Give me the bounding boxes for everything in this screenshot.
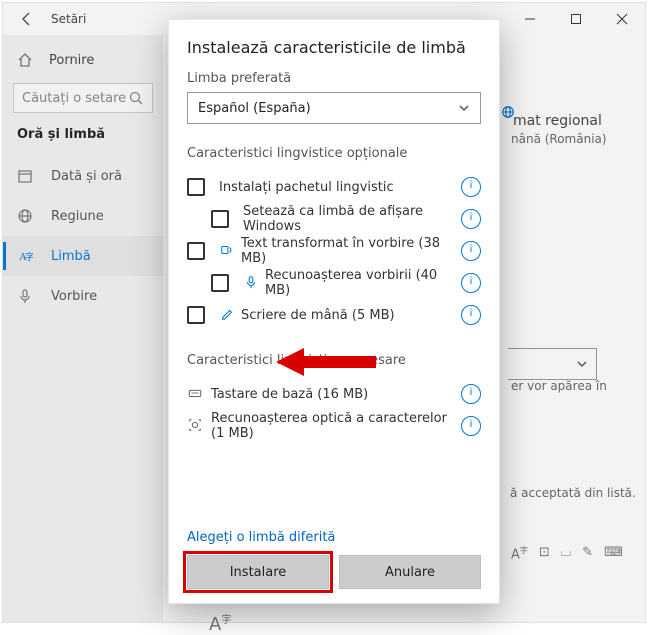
checkbox[interactable] [211,210,229,228]
optional-features-title: Caracteristici lingvistice opționale [187,146,481,161]
preferred-language-dropdown[interactable]: Español (España) [187,92,481,124]
checkbox[interactable] [187,242,205,260]
feature-label: Tastare de bază (16 MB) [211,387,461,402]
choose-different-language-link[interactable]: Alegeți o limbă diferită [187,530,481,545]
dialog-buttons: Instalare Anulare [187,555,481,589]
chevron-down-icon [458,102,470,114]
cancel-button-label: Anulare [385,565,435,580]
required-features-title: Caracteristici lingvistice necesare [187,353,481,368]
info-icon[interactable]: i [461,384,481,404]
info-icon[interactable]: i [461,273,481,293]
preferred-language-value: Español (España) [198,101,311,116]
info-icon[interactable]: i [461,177,481,197]
feature-text-to-speech: Text transformat în vorbire (38 MB) i [187,235,481,267]
feature-label: Instalați pachetul lingvistic [219,180,461,195]
feature-label: Text transformat în vorbire (38 MB) [241,236,461,266]
dialog-title: Instalează caracteristicile de limbă [187,38,481,57]
feature-label: Recunoașterea optică a caracterelor (1 M… [211,411,461,441]
install-button-label: Instalare [230,565,287,580]
microphone-icon [243,275,259,292]
settings-window: Setări Pornire Căutați o setare Oră și l… [2,2,646,623]
checkbox[interactable] [187,178,205,196]
checkbox[interactable] [211,274,229,292]
feature-ocr: Recunoașterea optică a caracterelor (1 M… [187,410,481,442]
text-to-speech-icon [219,243,235,260]
preferred-language-label: Limba preferată [187,71,481,86]
info-icon[interactable]: i [461,241,481,261]
feature-handwriting: Scriere de mână (5 MB) i [187,299,481,331]
ocr-icon [187,418,203,435]
feature-set-display-language: Setează ca limbă de afișare Windows i [187,203,481,235]
checkbox[interactable] [187,306,205,324]
keyboard-icon [187,386,203,403]
feature-speech-recognition: Recunoașterea vorbirii (40 MB) i [187,267,481,299]
feature-basic-typing: Tastare de bază (16 MB) i [187,378,481,410]
feature-label: Scriere de mână (5 MB) [241,308,461,323]
handwriting-icon [219,307,235,324]
install-language-dialog: Instalează caracteristicile de limbă Lim… [168,19,500,604]
feature-label: Recunoașterea vorbirii (40 MB) [265,268,461,298]
info-icon[interactable]: i [461,305,481,325]
cancel-button[interactable]: Anulare [339,555,481,589]
install-button[interactable]: Instalare [187,555,329,589]
info-icon[interactable]: i [461,416,481,436]
feature-label: Setează ca limbă de afișare Windows [243,204,461,234]
info-icon[interactable]: i [461,209,481,229]
feature-install-pack: Instalați pachetul lingvistic i [187,171,481,203]
